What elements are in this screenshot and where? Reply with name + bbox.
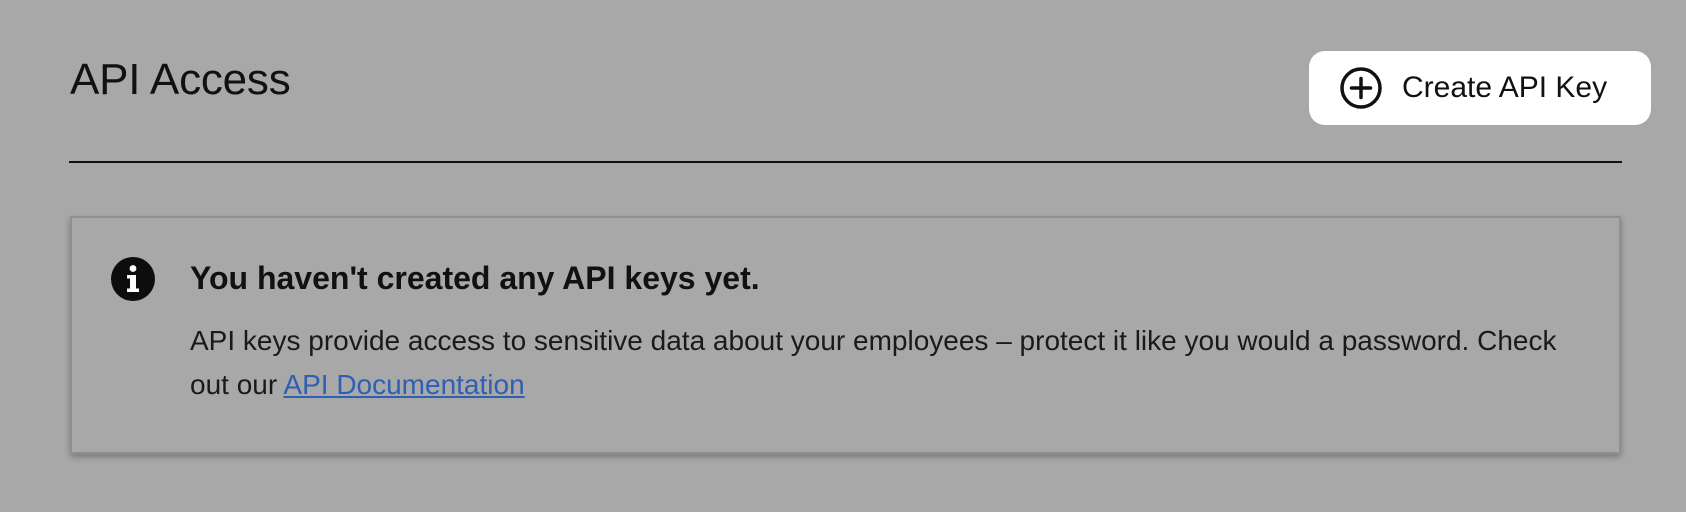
header-divider xyxy=(69,161,1622,163)
plus-circle-icon xyxy=(1339,66,1383,110)
empty-state-notice: You haven't created any API keys yet. AP… xyxy=(70,216,1621,454)
notice-body: API keys provide access to sensitive dat… xyxy=(190,319,1590,407)
info-icon xyxy=(110,256,156,302)
notice-title: You haven't created any API keys yet. xyxy=(190,260,760,296)
page-title: API Access xyxy=(70,55,291,104)
create-api-key-button[interactable]: Create API Key xyxy=(1309,51,1651,125)
create-api-key-label: Create API Key xyxy=(1402,71,1608,104)
api-documentation-link[interactable]: API Documentation xyxy=(283,369,524,400)
